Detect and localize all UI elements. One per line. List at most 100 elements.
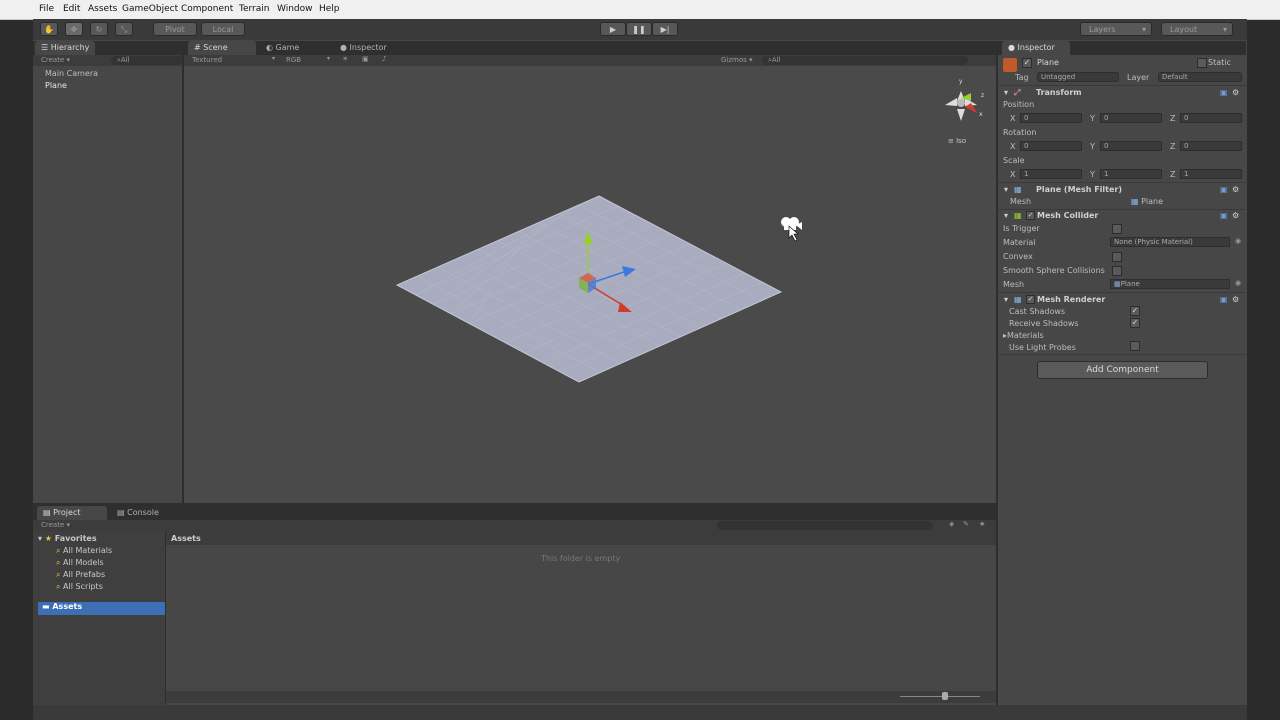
image-toggle-icon[interactable]: ▣	[362, 55, 369, 63]
object-name-field[interactable]: Plane	[1037, 58, 1059, 67]
collider-mesh-field[interactable]: ▦Plane	[1110, 279, 1230, 289]
renderer-icon: ▦	[1014, 295, 1022, 304]
favorite-all-materials[interactable]: ⌕ All Materials	[56, 546, 112, 556]
orientation-gizmo[interactable]: y z x	[945, 78, 984, 121]
menu-help[interactable]: Help	[319, 4, 340, 14]
tab-hierarchy[interactable]: ☰ Hierarchy	[35, 41, 96, 55]
project-search-input[interactable]	[717, 521, 933, 530]
hierarchy-create-button[interactable]: Create ▾	[41, 56, 70, 64]
use-light-probes-checkbox[interactable]	[1130, 341, 1140, 351]
is-trigger-checkbox[interactable]	[1112, 224, 1122, 234]
tag-dropdown[interactable]: Untagged	[1037, 72, 1119, 82]
materials-foldout[interactable]: ▸Materials	[1003, 331, 1044, 340]
favorite-all-scripts[interactable]: ⌕ All Scripts	[56, 582, 103, 592]
assets-breadcrumb[interactable]: Assets	[171, 534, 201, 543]
rotation-x-field[interactable]: 0	[1020, 141, 1082, 151]
position-z-field[interactable]: 0	[1180, 113, 1242, 123]
gear-icon[interactable]: ⚙	[1232, 185, 1239, 194]
gizmos-dropdown[interactable]: Gizmos ▾	[721, 56, 753, 64]
help-icon[interactable]: ▣	[1220, 295, 1228, 304]
gear-icon[interactable]: ⚙	[1232, 295, 1239, 304]
zoom-slider-handle[interactable]	[942, 692, 948, 700]
hierarchy-search-input[interactable]: ⌕All	[111, 56, 183, 65]
menu-window[interactable]: Window	[277, 4, 313, 14]
position-x-field[interactable]: 0	[1020, 113, 1082, 123]
smooth-collisions-checkbox[interactable]	[1112, 266, 1122, 276]
scene-search-input[interactable]: ⌕All	[762, 56, 968, 65]
scale-y-field[interactable]: 1	[1100, 169, 1162, 179]
project-create-button[interactable]: Create ▾	[41, 521, 70, 529]
gear-icon[interactable]: ⚙	[1232, 211, 1239, 220]
menu-file[interactable]: File	[39, 4, 54, 14]
mesh-collider-header[interactable]: ▾ ▦ ✓ Mesh Collider ▣ ⚙	[1000, 211, 1244, 223]
scale-tool-button[interactable]: ⤡	[115, 22, 133, 36]
favorite-all-prefabs[interactable]: ⌕ All Prefabs	[56, 570, 105, 580]
mesh-filter-header[interactable]: ▾ ▦ Plane (Mesh Filter) ▣ ⚙	[1000, 185, 1244, 197]
favorite-star-icon[interactable]: ★	[979, 520, 985, 528]
filter-label-icon[interactable]: ✎	[963, 520, 969, 528]
position-y-field[interactable]: 0	[1100, 113, 1162, 123]
receive-shadows-checkbox[interactable]: ✓	[1130, 318, 1140, 328]
menu-gameobject[interactable]: GameObject	[122, 4, 178, 14]
gear-icon[interactable]: ⚙	[1232, 88, 1239, 97]
add-component-button[interactable]: Add Component	[1037, 361, 1208, 379]
main-toolbar: ✋ ✥ ↻ ⤡ Pivot Local ▶ ❚❚ ▶| Layers ▾ Lay…	[33, 19, 1247, 40]
zoom-slider[interactable]	[900, 696, 980, 697]
menu-edit[interactable]: Edit	[63, 4, 80, 14]
tab-scene[interactable]: # Scene	[188, 41, 256, 55]
layout-dropdown[interactable]: Layout ▾	[1161, 22, 1233, 36]
move-tool-button[interactable]: ✥	[65, 22, 83, 36]
object-picker-icon[interactable]: ◉	[1235, 279, 1241, 287]
favorites-folder[interactable]: ▾ ★ Favorites	[38, 534, 97, 543]
mesh-field[interactable]: ▦ Plane	[1131, 197, 1163, 206]
material-field[interactable]: None (Physic Material)	[1110, 237, 1230, 247]
lighting-toggle-icon[interactable]: ☀	[342, 55, 348, 63]
menu-component[interactable]: Component	[181, 4, 233, 14]
collider-enabled-checkbox[interactable]: ✓	[1026, 211, 1035, 220]
iso-label[interactable]: ≡ Iso	[948, 137, 966, 145]
axis-y-label: Y	[1090, 142, 1095, 151]
transform-header[interactable]: ▾ ⤢ Transform ▣ ⚙	[1000, 88, 1244, 100]
active-checkbox[interactable]: ✓	[1022, 58, 1032, 68]
rotate-tool-button[interactable]: ↻	[90, 22, 108, 36]
cast-shadows-checkbox[interactable]: ✓	[1130, 306, 1140, 316]
convex-checkbox[interactable]	[1112, 252, 1122, 262]
menu-terrain[interactable]: Terrain	[239, 4, 269, 14]
mesh-renderer-header[interactable]: ▾ ▦ ✓ Mesh Renderer ▣ ⚙	[1000, 295, 1244, 307]
hand-tool-button[interactable]: ✋	[40, 22, 58, 36]
help-icon[interactable]: ▣	[1220, 211, 1228, 220]
renderer-enabled-checkbox[interactable]: ✓	[1026, 295, 1035, 304]
layer-dropdown[interactable]: Default	[1158, 72, 1242, 82]
local-toggle[interactable]: Local	[201, 22, 245, 36]
layers-dropdown[interactable]: Layers ▾	[1080, 22, 1152, 36]
static-checkbox[interactable]	[1197, 58, 1207, 68]
audio-toggle-icon[interactable]: ♪	[382, 55, 386, 63]
render-mode-dropdown[interactable]: RGB	[286, 56, 301, 64]
favorite-all-models[interactable]: ⌕ All Models	[56, 558, 104, 568]
step-button[interactable]: ▶|	[652, 22, 678, 36]
filter-type-icon[interactable]: ◈	[949, 520, 954, 528]
shading-mode-dropdown[interactable]: Textured	[192, 56, 222, 64]
scale-z-field[interactable]: 1	[1180, 169, 1242, 179]
help-icon[interactable]: ▣	[1220, 185, 1228, 194]
tab-game[interactable]: ◐ Game	[260, 41, 305, 55]
tab-project[interactable]: ▤ Project	[37, 506, 107, 520]
hierarchy-item-plane[interactable]: Plane	[45, 81, 67, 90]
tab-inspector[interactable]: ● Inspector	[1002, 41, 1070, 55]
hierarchy-item-main-camera[interactable]: Main Camera	[45, 69, 98, 78]
scene-viewport[interactable]: y z x ≡ Iso	[184, 66, 996, 503]
pivot-toggle[interactable]: Pivot	[153, 22, 197, 36]
separator	[998, 292, 1246, 293]
rotation-y-field[interactable]: 0	[1100, 141, 1162, 151]
tab-inspector-center[interactable]: ● Inspector	[334, 41, 393, 55]
tab-console[interactable]: ▤ Console	[111, 506, 165, 520]
pause-button[interactable]: ❚❚	[626, 22, 652, 36]
play-button[interactable]: ▶	[600, 22, 626, 36]
assets-root-folder[interactable]: ▬ Assets	[38, 602, 168, 615]
menu-assets[interactable]: Assets	[88, 4, 117, 14]
rotation-z-field[interactable]: 0	[1180, 141, 1242, 151]
scale-x-field[interactable]: 1	[1020, 169, 1082, 179]
object-picker-icon[interactable]: ◉	[1235, 237, 1241, 245]
folder-icon: ▬	[42, 602, 50, 611]
help-icon[interactable]: ▣	[1220, 88, 1228, 97]
